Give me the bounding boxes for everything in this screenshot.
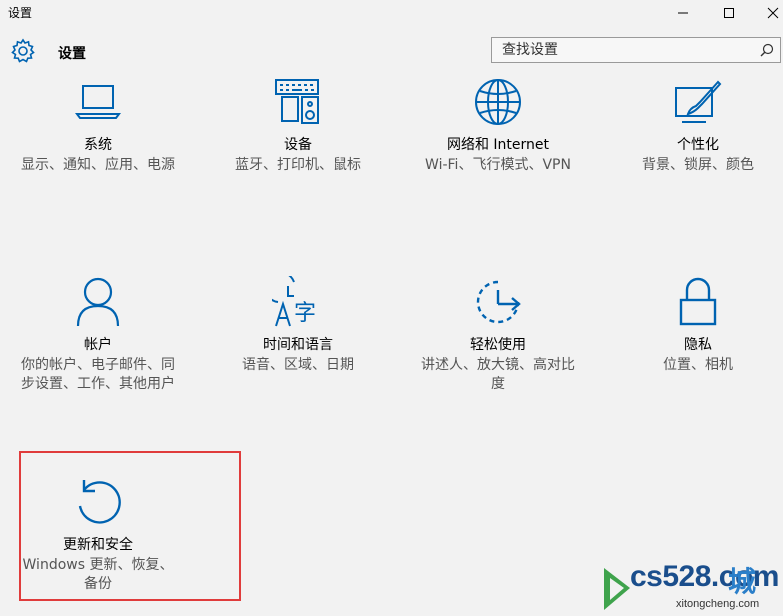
watermark: cs528.com 城 xitongcheng.com [600, 560, 780, 614]
person-icon [76, 277, 120, 327]
maximize-button[interactable] [706, 0, 751, 26]
tile-description: 位置、相机 [663, 357, 733, 373]
tile-description: 你的帐户、电子邮件、同步设置、工作、其他用户 [21, 357, 175, 392]
settings-header: 设置 [0, 30, 783, 74]
tile-description: 背景、锁屏、颜色 [642, 157, 754, 173]
highlight-box [19, 451, 241, 601]
close-icon [767, 7, 778, 19]
tile-name: 个性化 [677, 137, 719, 153]
paint-brush-icon [675, 80, 722, 123]
watermark-cn: 城 [728, 565, 757, 598]
laptop-icon [75, 85, 121, 119]
minimize-icon [677, 12, 688, 14]
tile-name: 帐户 [84, 337, 112, 353]
tile-description: 显示、通知、应用、电源 [21, 157, 175, 173]
tile-personalization[interactable]: 个性化 背景、锁屏、颜色 [600, 76, 783, 175]
settings-window: 设置 设置 查找设置 系统 显示、通知、应用、电源 设备 蓝牙、打印机、鼠标 网… [0, 0, 783, 616]
tile-network[interactable]: 网络和 Internet Wi-Fi、飞行模式、VPN [400, 76, 596, 175]
gear-icon [11, 38, 35, 63]
tile-name: 系统 [84, 137, 112, 153]
title-bar: 设置 [0, 0, 783, 28]
tile-description: 讲述人、放大镜、高对比度 [421, 357, 575, 392]
tile-privacy[interactable]: 隐私 位置、相机 [600, 276, 783, 375]
tile-system[interactable]: 系统 显示、通知、应用、电源 [0, 76, 196, 175]
tile-description: Wi-Fi、飞行模式、VPN [425, 157, 571, 173]
ease-of-access-icon [476, 280, 521, 324]
search-button[interactable] [754, 38, 780, 62]
tile-description: 蓝牙、打印机、鼠标 [235, 157, 361, 173]
keyboard-speaker-icon [275, 79, 319, 124]
tile-name: 网络和 Internet [446, 137, 550, 153]
watermark-logo-icon [604, 568, 630, 610]
tile-name: 轻松使用 [470, 337, 526, 353]
tile-accounts[interactable]: 帐户 你的帐户、电子邮件、同步设置、工作、其他用户 [0, 276, 196, 394]
search-input[interactable] [492, 38, 760, 62]
tile-name: 隐私 [684, 337, 712, 353]
clock-language-icon: 字 [272, 276, 316, 327]
search-box[interactable] [491, 37, 781, 63]
tile-devices[interactable]: 设备 蓝牙、打印机、鼠标 [200, 76, 396, 175]
tile-time-language[interactable]: 字 时间和语言 语音、区域、日期 [200, 276, 396, 375]
tile-name: 时间和语言 [263, 337, 333, 353]
maximize-icon [723, 8, 734, 18]
window-title: 设置 [8, 6, 33, 20]
lock-icon [679, 277, 717, 326]
search-icon [760, 43, 774, 57]
page-title: 设置 [58, 46, 86, 62]
globe-icon [475, 79, 521, 125]
tile-ease-of-access[interactable]: 轻松使用 讲述人、放大镜、高对比度 [400, 276, 596, 394]
watermark-domain: cs528.com [630, 560, 779, 593]
close-button[interactable] [750, 0, 783, 26]
watermark-sub: xitongcheng.com [676, 598, 760, 610]
tile-description: 语音、区域、日期 [242, 357, 354, 373]
minimize-button[interactable] [660, 0, 705, 26]
svg-text:字: 字 [294, 301, 316, 326]
tile-name: 设备 [284, 137, 312, 153]
